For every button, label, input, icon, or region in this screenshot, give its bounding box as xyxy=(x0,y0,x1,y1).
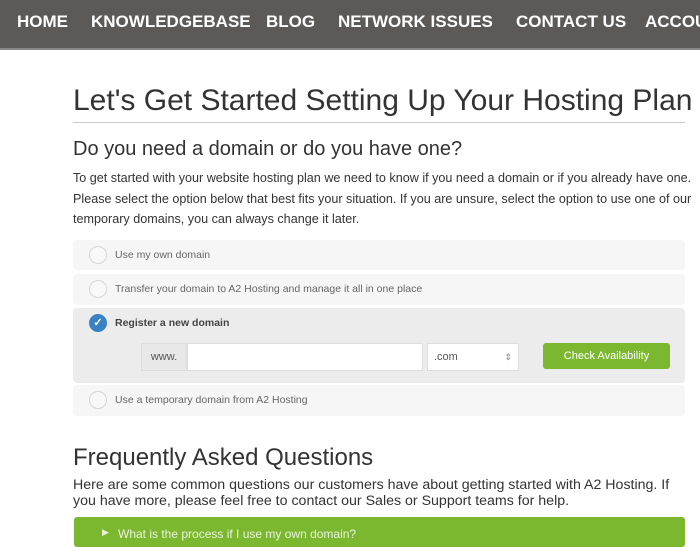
www-prefix: www. xyxy=(141,343,187,371)
domain-input[interactable] xyxy=(187,343,423,371)
option-transfer-domain[interactable]: Transfer your domain to A2 Hosting and m… xyxy=(73,274,685,305)
domain-intro: To get started with your website hosting… xyxy=(73,171,692,226)
tld-value: .com xyxy=(434,351,458,363)
option-label: Use a temporary domain from A2 Hosting xyxy=(115,394,308,406)
radio-button[interactable] xyxy=(89,246,107,264)
nav-account[interactable]: ACCOU xyxy=(645,12,700,32)
radio-button[interactable] xyxy=(89,391,107,409)
page-title: Let's Get Started Setting Up Your Hostin… xyxy=(73,84,692,123)
nav-blog[interactable]: BLOG xyxy=(266,12,315,32)
domain-heading: Do you need a domain or do you have one? xyxy=(73,138,463,160)
faq-intro: Here are some common questions our custo… xyxy=(73,477,670,509)
select-arrows-icon: ⇕ xyxy=(504,352,512,362)
nav-knowledgebase[interactable]: KNOWLEDGEBASE xyxy=(91,12,251,32)
option-label: Transfer your domain to A2 Hosting and m… xyxy=(115,283,423,295)
nav-contact-us[interactable]: CONTACT US xyxy=(516,12,626,32)
faq-heading: Frequently Asked Questions xyxy=(73,444,374,471)
option-temporary-domain[interactable]: Use a temporary domain from A2 Hosting xyxy=(73,385,685,416)
option-own-domain[interactable]: Use my own domain xyxy=(73,240,685,270)
faq-item[interactable]: ▶ What is the process if I use my own dom… xyxy=(74,517,685,547)
option-label: Use my own domain xyxy=(115,249,211,261)
check-icon[interactable]: ✓ xyxy=(89,314,107,332)
tld-select[interactable]: .com ⇕ xyxy=(427,343,519,371)
faq-question: What is the process if I use my own doma… xyxy=(118,527,357,541)
top-nav: HOME KNOWLEDGEBASE BLOG NETWORK ISSUES C… xyxy=(0,0,700,50)
radio-button[interactable] xyxy=(89,280,107,298)
caret-right-icon: ▶ xyxy=(102,527,109,537)
check-availability-button[interactable]: Check Availability xyxy=(543,343,670,369)
option-register-domain[interactable]: ✓ Register a new domain www. .com ⇕ Check… xyxy=(73,308,685,383)
nav-network-issues[interactable]: NETWORK ISSUES xyxy=(338,12,493,32)
nav-home[interactable]: HOME xyxy=(17,12,68,32)
option-label: Register a new domain xyxy=(115,317,230,329)
